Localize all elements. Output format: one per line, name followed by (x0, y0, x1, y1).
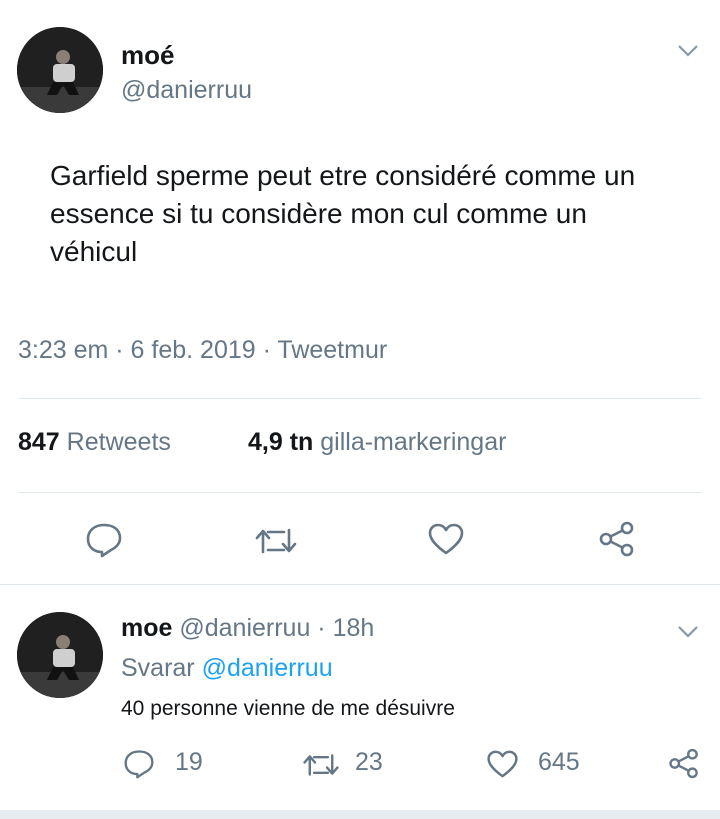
chevron-down-icon[interactable] (677, 625, 699, 639)
reply-text: 40 personne vienne de me désuivre (121, 697, 455, 720)
chevron-down-icon[interactable] (677, 44, 699, 58)
like-icon[interactable] (427, 522, 465, 556)
reply-display-name[interactable]: moe (121, 614, 172, 642)
divider (0, 584, 720, 585)
reply-avatar[interactable] (17, 612, 103, 698)
user-handle[interactable]: @danierruu (121, 76, 252, 105)
share-icon[interactable] (598, 521, 636, 557)
divider (18, 492, 702, 493)
reply-count: 19 (175, 748, 203, 776)
replying-to: Svarar @danierruu (121, 654, 333, 683)
like-stat[interactable]: 4,9 tn gilla-markeringar (248, 428, 506, 457)
reply-handle-time: @danierruu · 18h (179, 614, 375, 642)
like-label: gilla-markeringar (320, 428, 507, 456)
tweet-meta[interactable]: 3:23 em · 6 feb. 2019 · Tweetmur (18, 336, 387, 365)
retweet-icon[interactable] (254, 526, 298, 556)
reply-icon[interactable] (123, 749, 155, 779)
display-name[interactable]: moé (121, 40, 174, 71)
retweet-count: 847 (18, 428, 60, 456)
like-count: 4,9 tn (248, 428, 314, 456)
avatar-photo (17, 612, 103, 698)
retweet-icon[interactable] (302, 752, 340, 778)
replying-prefix: Svarar (121, 654, 195, 682)
reply-retweet-count: 23 (355, 748, 383, 776)
section-separator (0, 810, 720, 819)
avatar[interactable] (17, 27, 103, 113)
reply-header[interactable]: moe @danierruu · 18h (121, 614, 374, 643)
divider (18, 398, 702, 399)
tweet-text: Garfield sperme peut etre considéré comm… (50, 160, 636, 267)
replying-mention[interactable]: @danierruu (202, 654, 333, 682)
like-icon[interactable] (486, 749, 519, 779)
reply-like-count: 645 (538, 748, 580, 776)
retweet-stat[interactable]: 847 Retweets (18, 428, 171, 457)
retweet-label: Retweets (66, 428, 171, 456)
reply-icon[interactable] (85, 522, 123, 558)
avatar-photo (17, 27, 103, 113)
share-icon[interactable] (668, 748, 700, 779)
